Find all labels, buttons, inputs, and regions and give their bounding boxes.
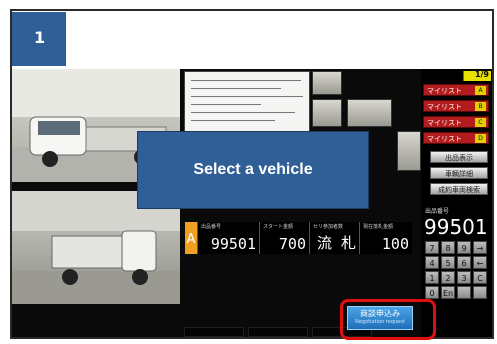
info-lot-number: 出品番号 99501 xyxy=(197,222,259,254)
info-value: 99501 xyxy=(210,235,256,253)
mylist-label: マイリスト xyxy=(427,103,462,111)
info-bid-status: セリ参加者数 流 札 xyxy=(309,222,359,254)
thumbnail-4[interactable] xyxy=(397,131,421,171)
lot-number-display: 99501 xyxy=(424,215,488,239)
red-highlight-box xyxy=(340,299,436,340)
auction-sheet-thumbnail[interactable] xyxy=(184,71,310,133)
mylist-tag: B xyxy=(475,102,486,111)
keypad-key[interactable]: → xyxy=(473,241,487,254)
keypad-key[interactable]: 8 xyxy=(441,241,455,254)
keypad-key[interactable]: 0 xyxy=(425,286,439,299)
control-side-panel: 1/9 マイリスト A マイリスト B マイリスト C マイリスト D 出品表示 車輌詳… xyxy=(421,69,492,337)
keypad-key[interactable]: 9 xyxy=(457,241,471,254)
info-start-price: スタート金額 700 xyxy=(259,222,309,254)
thumbnail-3[interactable] xyxy=(347,99,392,127)
info-caption: セリ参加者数 xyxy=(313,224,344,230)
info-caption: 現在落札金額 xyxy=(363,224,394,230)
keypad-key[interactable] xyxy=(473,286,487,299)
bid-progress-value: 1/9 xyxy=(474,70,489,79)
keypad-key[interactable]: 3 xyxy=(457,271,471,284)
contract-search-button[interactable]: 成約車両検索 xyxy=(430,183,488,195)
callout-label: Select a vehicle xyxy=(193,161,313,178)
keypad-key[interactable]: 1 xyxy=(425,271,439,284)
lot-number-label: 出品番号 xyxy=(425,208,450,215)
mylist-label: マイリスト xyxy=(427,119,462,127)
keypad-key[interactable] xyxy=(457,286,471,299)
info-value: 流 札 xyxy=(316,234,356,252)
info-caption: 出品番号 xyxy=(201,224,222,230)
thumbnail-2[interactable] xyxy=(312,99,342,127)
grid-cell xyxy=(184,327,244,337)
info-caption: スタート金額 xyxy=(263,224,294,230)
mylist-label: マイリスト xyxy=(427,87,462,95)
keypad-key[interactable]: En xyxy=(441,286,455,299)
keypad-key[interactable]: 4 xyxy=(425,256,439,269)
mylist-button-b[interactable]: マイリスト B xyxy=(423,100,489,112)
vehicle-detail-button[interactable]: 車輌詳細 xyxy=(430,167,488,179)
mylist-button-c[interactable]: マイリスト C xyxy=(423,116,489,128)
thumbnail-1[interactable] xyxy=(312,71,342,95)
grid-cell xyxy=(248,327,308,337)
mylist-label: マイリスト xyxy=(427,135,462,143)
info-value: 100 xyxy=(381,235,409,253)
keypad-key[interactable]: ← xyxy=(473,256,487,269)
bid-progress-bar: 1/9 xyxy=(422,70,491,81)
mylist-tag: C xyxy=(475,118,486,127)
keypad-key[interactable]: C xyxy=(473,271,487,284)
mylist-button-a[interactable]: マイリスト A xyxy=(423,84,489,96)
mylist-button-d[interactable]: マイリスト D xyxy=(423,132,489,144)
lot-letter: A xyxy=(185,222,197,254)
lot-info-bar: A 出品番号 99501 スタート金額 700 セリ参加者数 流 札 現在落札金… xyxy=(185,222,412,254)
step-number: 1 xyxy=(34,28,46,47)
listing-display-button[interactable]: 出品表示 xyxy=(430,151,488,163)
keypad-key[interactable]: 6 xyxy=(457,256,471,269)
info-value: 700 xyxy=(278,235,306,253)
step-badge: 1 xyxy=(12,12,66,66)
keypad-key[interactable]: 2 xyxy=(441,271,455,284)
info-current-price: 現在落札金額 100 xyxy=(359,222,412,254)
keypad-key[interactable]: 5 xyxy=(441,256,455,269)
mylist-tag: D xyxy=(475,134,486,143)
mylist-tag: A xyxy=(475,86,486,95)
keypad-key[interactable]: 7 xyxy=(425,241,439,254)
select-vehicle-callout: Select a vehicle xyxy=(137,131,369,209)
